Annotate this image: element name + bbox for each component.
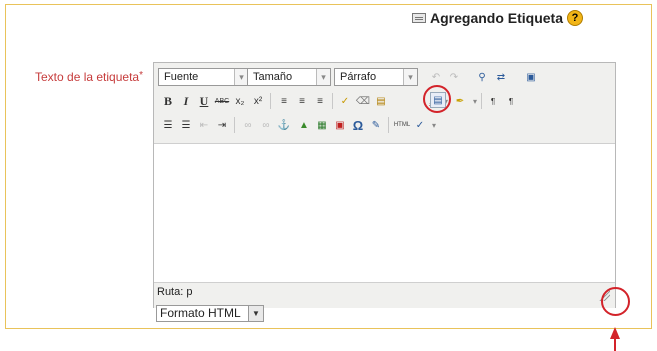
field-label: Texto de la etiqueta* xyxy=(35,70,143,84)
image-icon[interactable]: ▲ xyxy=(296,117,312,133)
editor-toolbar: Fuente ▾ Tamaño ▾ Párrafo ▾ ↶ ↷ ⚲ ⇄ ▣ B … xyxy=(154,63,615,144)
bullet-list-icon[interactable]: ☰ xyxy=(160,117,176,133)
annotation-circle xyxy=(601,287,630,316)
eraser-icon[interactable]: ⌫ xyxy=(355,93,371,109)
required-mark: * xyxy=(139,70,143,81)
chevron-down-icon[interactable]: ▾ xyxy=(426,117,442,133)
element-path: Ruta: p xyxy=(157,286,193,298)
font-select[interactable]: Fuente ▾ xyxy=(158,68,249,86)
align-center-icon[interactable]: ≡ xyxy=(294,93,310,109)
field-label-text: Texto de la etiqueta xyxy=(35,70,140,84)
arrow-shaft xyxy=(614,338,616,351)
anchor-icon[interactable]: ⚓ xyxy=(276,117,292,133)
toolbar-separator xyxy=(234,117,235,133)
fullscreen-icon[interactable]: ▣ xyxy=(523,69,539,85)
paragraph-select[interactable]: Párrafo ▾ xyxy=(334,68,418,86)
undo-icon[interactable]: ↶ xyxy=(428,69,444,85)
link-icon[interactable]: ∞ xyxy=(240,117,256,133)
unlink-icon[interactable]: ∞ xyxy=(258,117,274,133)
table-icon[interactable]: ✎ xyxy=(368,117,384,133)
highlight-color-icon[interactable]: ✒ xyxy=(452,93,468,109)
text-format-value: Formato HTML xyxy=(160,306,241,320)
html-source-icon[interactable]: HTML xyxy=(394,117,410,133)
ltr-icon[interactable]: ¶ xyxy=(485,93,501,109)
chevron-down-icon: ▾ xyxy=(403,69,417,85)
outdent-icon[interactable]: ⇤ xyxy=(196,117,212,133)
html-editor: Fuente ▾ Tamaño ▾ Párrafo ▾ ↶ ↷ ⚲ ⇄ ▣ B … xyxy=(153,62,616,308)
section-heading: Agregando Etiqueta ? xyxy=(412,10,584,26)
toolbar-separator xyxy=(270,93,271,109)
chevron-down-icon: ▼ xyxy=(248,306,263,321)
annotation-circle xyxy=(423,85,451,113)
subscript-icon[interactable]: x₂ xyxy=(232,93,248,109)
numbered-list-icon[interactable]: ☰ xyxy=(178,117,194,133)
special-char-icon[interactable]: Ω xyxy=(350,117,366,133)
paragraph-select-value: Párrafo xyxy=(340,71,377,83)
rtl-icon[interactable]: ¶ xyxy=(503,93,519,109)
redo-icon[interactable]: ↷ xyxy=(446,69,462,85)
strikethrough-icon[interactable]: ABC xyxy=(214,93,230,109)
italic-icon[interactable]: I xyxy=(178,93,194,109)
align-left-icon[interactable]: ≡ xyxy=(276,93,292,109)
help-icon[interactable]: ? xyxy=(567,10,584,26)
toolbar-separator xyxy=(332,93,333,109)
find-icon[interactable]: ⚲ xyxy=(474,69,490,85)
bold-icon[interactable]: B xyxy=(160,93,176,109)
media-icon[interactable]: ▦ xyxy=(314,117,330,133)
replace-icon[interactable]: ⇄ xyxy=(493,69,509,85)
indent-icon[interactable]: ⇥ xyxy=(214,117,230,133)
chevron-down-icon: ▾ xyxy=(234,69,248,85)
emoticon-icon[interactable]: ▣ xyxy=(332,117,348,133)
align-right-icon[interactable]: ≡ xyxy=(312,93,328,109)
paste-text-icon[interactable]: ▤ xyxy=(373,93,389,109)
underline-icon[interactable]: U xyxy=(196,93,212,109)
chevron-down-icon: ▾ xyxy=(316,69,330,85)
size-select[interactable]: Tamaño ▾ xyxy=(247,68,331,86)
toolbar-separator xyxy=(481,93,482,109)
superscript-icon[interactable]: x² xyxy=(250,93,266,109)
text-format-select[interactable]: Formato HTML ▼ xyxy=(156,305,264,322)
page-title: Agregando Etiqueta xyxy=(430,10,564,26)
font-select-value: Fuente xyxy=(164,71,199,83)
tag-icon xyxy=(412,13,426,23)
editor-content-area[interactable] xyxy=(154,144,615,282)
size-select-value: Tamaño xyxy=(253,71,293,83)
cleanup-icon[interactable]: ✓ xyxy=(337,93,353,109)
toolbar-separator xyxy=(388,117,389,133)
